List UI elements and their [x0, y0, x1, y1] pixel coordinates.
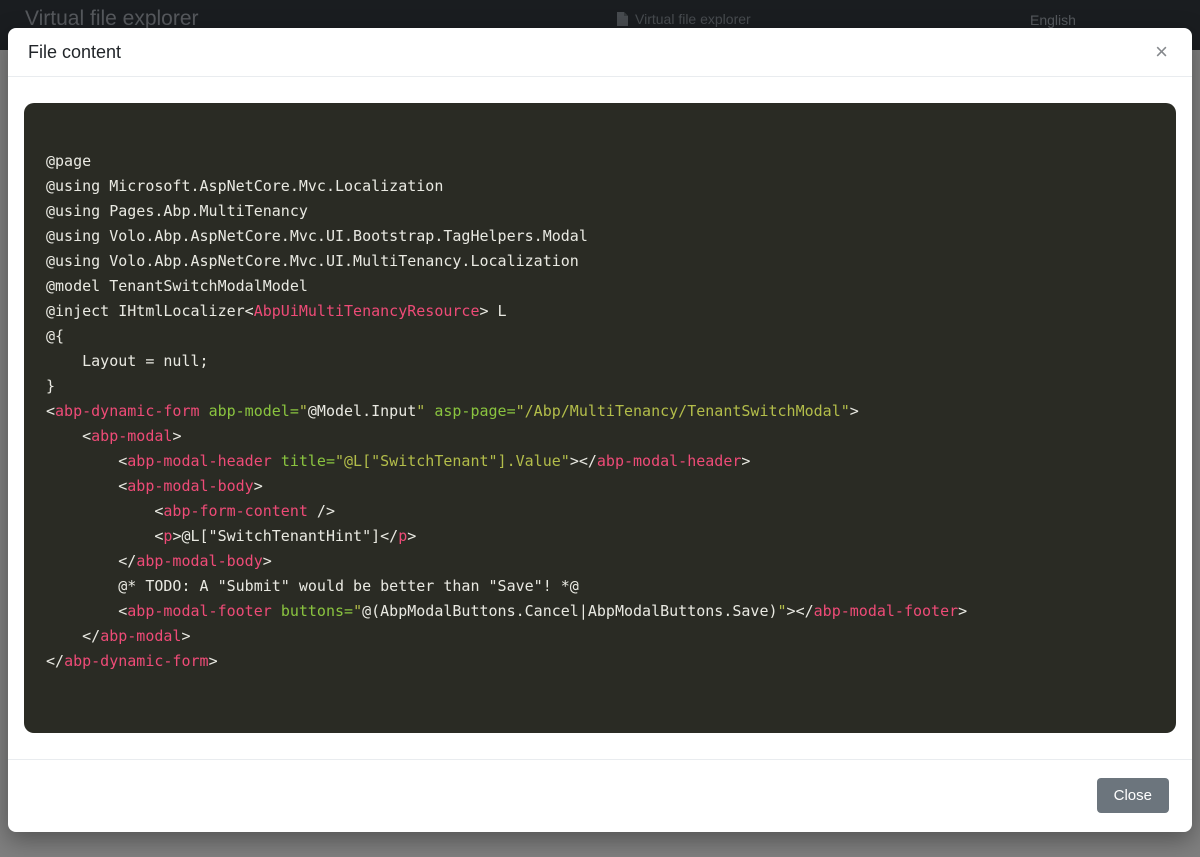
modal-title: File content	[28, 42, 121, 63]
code-line: <abp-modal>	[46, 424, 1160, 449]
code-line: @{	[46, 324, 1160, 349]
code-line: <p>@L["SwitchTenantHint"]</p>	[46, 524, 1160, 549]
code-line: </abp-modal>	[46, 624, 1160, 649]
code-line: @* TODO: A "Submit" would be better than…	[46, 574, 1160, 599]
code-block: @page@using Microsoft.AspNetCore.Mvc.Loc…	[24, 103, 1176, 733]
code-line: </abp-dynamic-form>	[46, 649, 1160, 674]
close-button[interactable]: Close	[1097, 778, 1169, 813]
code-line: @using Volo.Abp.AspNetCore.Mvc.UI.Bootst…	[46, 224, 1160, 249]
code-line: Layout = null;	[46, 349, 1160, 374]
code-line: @page	[46, 149, 1160, 174]
code-line: @model TenantSwitchModalModel	[46, 274, 1160, 299]
code-line: }	[46, 374, 1160, 399]
code-line: </abp-modal-body>	[46, 549, 1160, 574]
code-line: <abp-modal-body>	[46, 474, 1160, 499]
code-line: @using Volo.Abp.AspNetCore.Mvc.UI.MultiT…	[46, 249, 1160, 274]
code-line: <abp-modal-header title="@L["SwitchTenan…	[46, 449, 1160, 474]
code-line: <abp-form-content />	[46, 499, 1160, 524]
code-line: @inject IHtmlLocalizer<AbpUiMultiTenancy…	[46, 299, 1160, 324]
code-line: @using Pages.Abp.MultiTenancy	[46, 199, 1160, 224]
close-icon[interactable]: ×	[1155, 41, 1168, 63]
code-line: @using Microsoft.AspNetCore.Mvc.Localiza…	[46, 174, 1160, 199]
code-line: <abp-modal-footer buttons="@(AbpModalBut…	[46, 599, 1160, 624]
file-content-modal: File content × @page@using Microsoft.Asp…	[8, 28, 1192, 832]
modal-body: @page@using Microsoft.AspNetCore.Mvc.Loc…	[8, 77, 1192, 759]
code-line: <abp-dynamic-form abp-model="@Model.Inpu…	[46, 399, 1160, 424]
modal-footer: Close	[8, 759, 1192, 832]
modal-header: File content ×	[8, 28, 1192, 77]
